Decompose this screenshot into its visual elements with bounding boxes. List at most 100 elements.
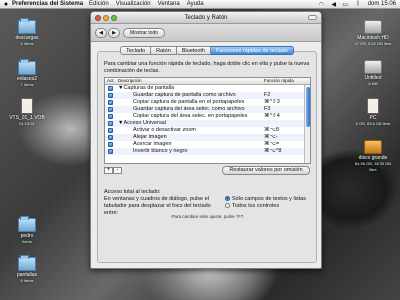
enabled-checkbox[interactable]: ✓ xyxy=(108,114,113,119)
document-icon xyxy=(367,98,379,114)
show-all-button[interactable]: Mostrar todo xyxy=(123,28,165,38)
menubar-clock[interactable]: dom 15:06 xyxy=(368,1,396,7)
add-shortcut-button[interactable]: + xyxy=(104,167,113,174)
window-toolbar: ◀ ▶ Mostrar todo xyxy=(91,24,321,42)
shortcut-keys: ⌘⌥- xyxy=(264,134,278,140)
enabled-checkbox[interactable]: ✓ xyxy=(108,142,113,147)
forward-button[interactable]: ▶ xyxy=(108,28,120,38)
radio-all-controls[interactable]: Todos los controles xyxy=(225,203,279,210)
tab-mouse[interactable]: Ratón xyxy=(151,46,177,55)
shortcut-keys: ⌘⌥8 xyxy=(264,127,279,133)
desktop-icon-sub: 6 ítems xyxy=(20,278,34,283)
desktop-icon-pantallas[interactable]: pantallas 6 ítems xyxy=(6,255,48,284)
tab-bluetooth[interactable]: Bluetooth xyxy=(176,46,212,55)
window-title: Teclado y Ratón xyxy=(184,15,228,21)
menu-window[interactable]: Ventana xyxy=(158,1,180,7)
table-row[interactable]: ✓ ▼Capturas de pantalla xyxy=(105,85,310,92)
shortcut-keys: F2 xyxy=(264,92,271,98)
desktop-icon-disco-grande[interactable]: disco grande 84.96 GB, 18.39 GB libre xyxy=(352,140,394,173)
restore-defaults-button[interactable]: Restaurar valores por omisión xyxy=(222,166,310,175)
minimize-button[interactable] xyxy=(103,15,109,21)
close-button[interactable] xyxy=(95,15,101,21)
table-row[interactable]: ✓ Acercar imagen ⌘⌥= xyxy=(105,141,310,148)
table-row[interactable]: ✓ Copiar captura del área selec. en porta… xyxy=(105,113,310,120)
enabled-checkbox[interactable]: ✓ xyxy=(108,121,113,126)
apple-menu-icon[interactable]: ● xyxy=(0,1,12,8)
hard-disk-icon xyxy=(364,20,382,34)
scrollbar-thumb[interactable] xyxy=(306,87,310,127)
menu-app-name[interactable]: Preferencias del Sistema xyxy=(12,1,83,7)
preferences-window: Teclado y Ratón ◀ ▶ Mostrar todo Para ca… xyxy=(90,11,322,269)
radio-text-fields-only[interactable]: Sólo campos de textos y listas xyxy=(225,196,306,203)
volume-icon[interactable]: ◀ xyxy=(331,1,336,8)
table-row[interactable]: ✓ Guardar captura del área selec. como ar… xyxy=(105,106,310,113)
zoom-button[interactable] xyxy=(111,15,117,21)
shortcut-description: Alejar imagen xyxy=(133,134,167,140)
enabled-checkbox[interactable]: ✓ xyxy=(108,128,113,133)
radio-label: Sólo campos de textos y listas xyxy=(232,196,306,202)
table-row[interactable]: ✓ Invertir blanco y negro ⌘⌥^8 xyxy=(105,148,310,155)
tab-keyboard-shortcuts[interactable]: Funciones rápidas de teclado xyxy=(211,46,294,55)
window-titlebar[interactable]: Teclado y Ratón xyxy=(91,12,321,24)
shortcut-description: Invertir blanco y negro xyxy=(133,148,188,154)
table-row[interactable]: ✓ Copiar captura de pantalla en el portap… xyxy=(105,99,310,106)
enabled-checkbox[interactable]: ✓ xyxy=(108,100,113,105)
bluetooth-icon[interactable]: ᛒ xyxy=(356,1,360,7)
desktop-icon-macintosh-hd[interactable]: Macintosh HD 47 GB, 5.62 GB libre xyxy=(352,20,394,47)
shortcuts-table[interactable]: Act. Descripción Función rápida ✓ ▼Captur… xyxy=(104,77,311,164)
desktop-icon-sub: 6 ítems xyxy=(20,41,34,46)
keyboard-access-hint: Para cambiar este ajuste, pulse ^F7. xyxy=(171,214,245,219)
desktop-icon-enlaces2[interactable]: enlaces2 7 ítems xyxy=(6,59,48,88)
tab-keyboard[interactable]: Teclado xyxy=(120,46,152,55)
desktop-icon-descargas[interactable]: descargas 6 ítems xyxy=(6,18,48,47)
table-header: Act. Descripción Función rápida xyxy=(105,78,310,85)
folder-icon xyxy=(18,18,36,34)
table-scrollbar[interactable] xyxy=(304,85,310,163)
table-row[interactable]: ✓ Guardar captura de pantalla como archiv… xyxy=(105,92,310,99)
enabled-checkbox[interactable]: ✓ xyxy=(108,93,113,98)
table-body: ✓ ▼Capturas de pantalla ✓ Guardar captura d… xyxy=(105,85,310,162)
menu-view[interactable]: Visualización xyxy=(116,1,151,7)
shortcut-keys: F3 xyxy=(264,106,271,112)
column-header-shortcut[interactable]: Función rápida xyxy=(264,78,294,84)
folder-icon xyxy=(18,255,36,271)
enabled-checkbox[interactable]: ✓ xyxy=(108,149,113,154)
shortcut-description: Activar o desactivar zoom xyxy=(133,127,196,133)
shortcut-description: Guardar captura del área selec. como arc… xyxy=(133,106,245,112)
radio-button-selected[interactable] xyxy=(225,196,230,201)
column-header-description[interactable]: Descripción xyxy=(118,78,142,84)
table-row[interactable]: ✓ Activar o desactivar zoom ⌘⌥8 xyxy=(105,127,310,134)
desktop-icon-untitled[interactable]: Untitled 8 MB xyxy=(352,60,394,87)
folder-icon xyxy=(18,216,36,232)
battery-icon[interactable]: ▭ xyxy=(342,1,348,8)
desktop-icon-sub: 47 GB, 5.62 GB libre xyxy=(354,41,392,46)
shortcut-description: Copiar captura de pantalla en el portapa… xyxy=(133,99,245,105)
desktop-icon-sub: 84.96 GB, 18.39 GB libre xyxy=(354,161,392,172)
desktop-icon-pc[interactable]: PC 6 GB, 83.6 GB libre xyxy=(352,98,394,127)
enabled-checkbox[interactable]: ✓ xyxy=(108,86,113,91)
menu-help[interactable]: Ayuda xyxy=(187,1,204,7)
tab-panel: Para cambiar una función rápida de tecla… xyxy=(97,51,317,263)
shortcut-keys: ⌘^⇧4 xyxy=(264,113,280,119)
remove-shortcut-button[interactable]: - xyxy=(113,167,122,174)
desktop-icon-vob[interactable]: VTS_01_1.VOB 01:13:51 xyxy=(6,98,48,127)
table-row[interactable] xyxy=(105,155,310,162)
disk-image-icon xyxy=(364,60,382,74)
external-disk-icon xyxy=(364,140,382,154)
column-header-active[interactable]: Act. xyxy=(107,78,115,84)
menu-edit[interactable]: Edición xyxy=(89,1,109,7)
instructions-text: Para cambiar una función rápida de tecla… xyxy=(104,61,310,74)
desktop-icon-pedro[interactable]: pedro ítems xyxy=(6,216,48,245)
desktop-icon-sub: 7 ítems xyxy=(20,82,34,87)
radio-button[interactable] xyxy=(225,203,230,208)
toolbar-toggle-button[interactable] xyxy=(308,15,317,20)
back-button[interactable]: ◀ xyxy=(95,28,107,38)
table-row[interactable]: ✓ ▼Acceso Universal xyxy=(105,120,310,127)
keyboard-access-title: Acceso total al teclado: xyxy=(104,189,161,195)
wifi-icon[interactable]: ◠ xyxy=(319,1,324,8)
add-remove-controls: + - xyxy=(104,167,122,174)
table-row[interactable]: ✓ Alejar imagen ⌘⌥- xyxy=(105,134,310,141)
shortcut-keys: ⌘⌥= xyxy=(264,141,280,147)
enabled-checkbox[interactable]: ✓ xyxy=(108,107,113,112)
enabled-checkbox[interactable]: ✓ xyxy=(108,135,113,140)
